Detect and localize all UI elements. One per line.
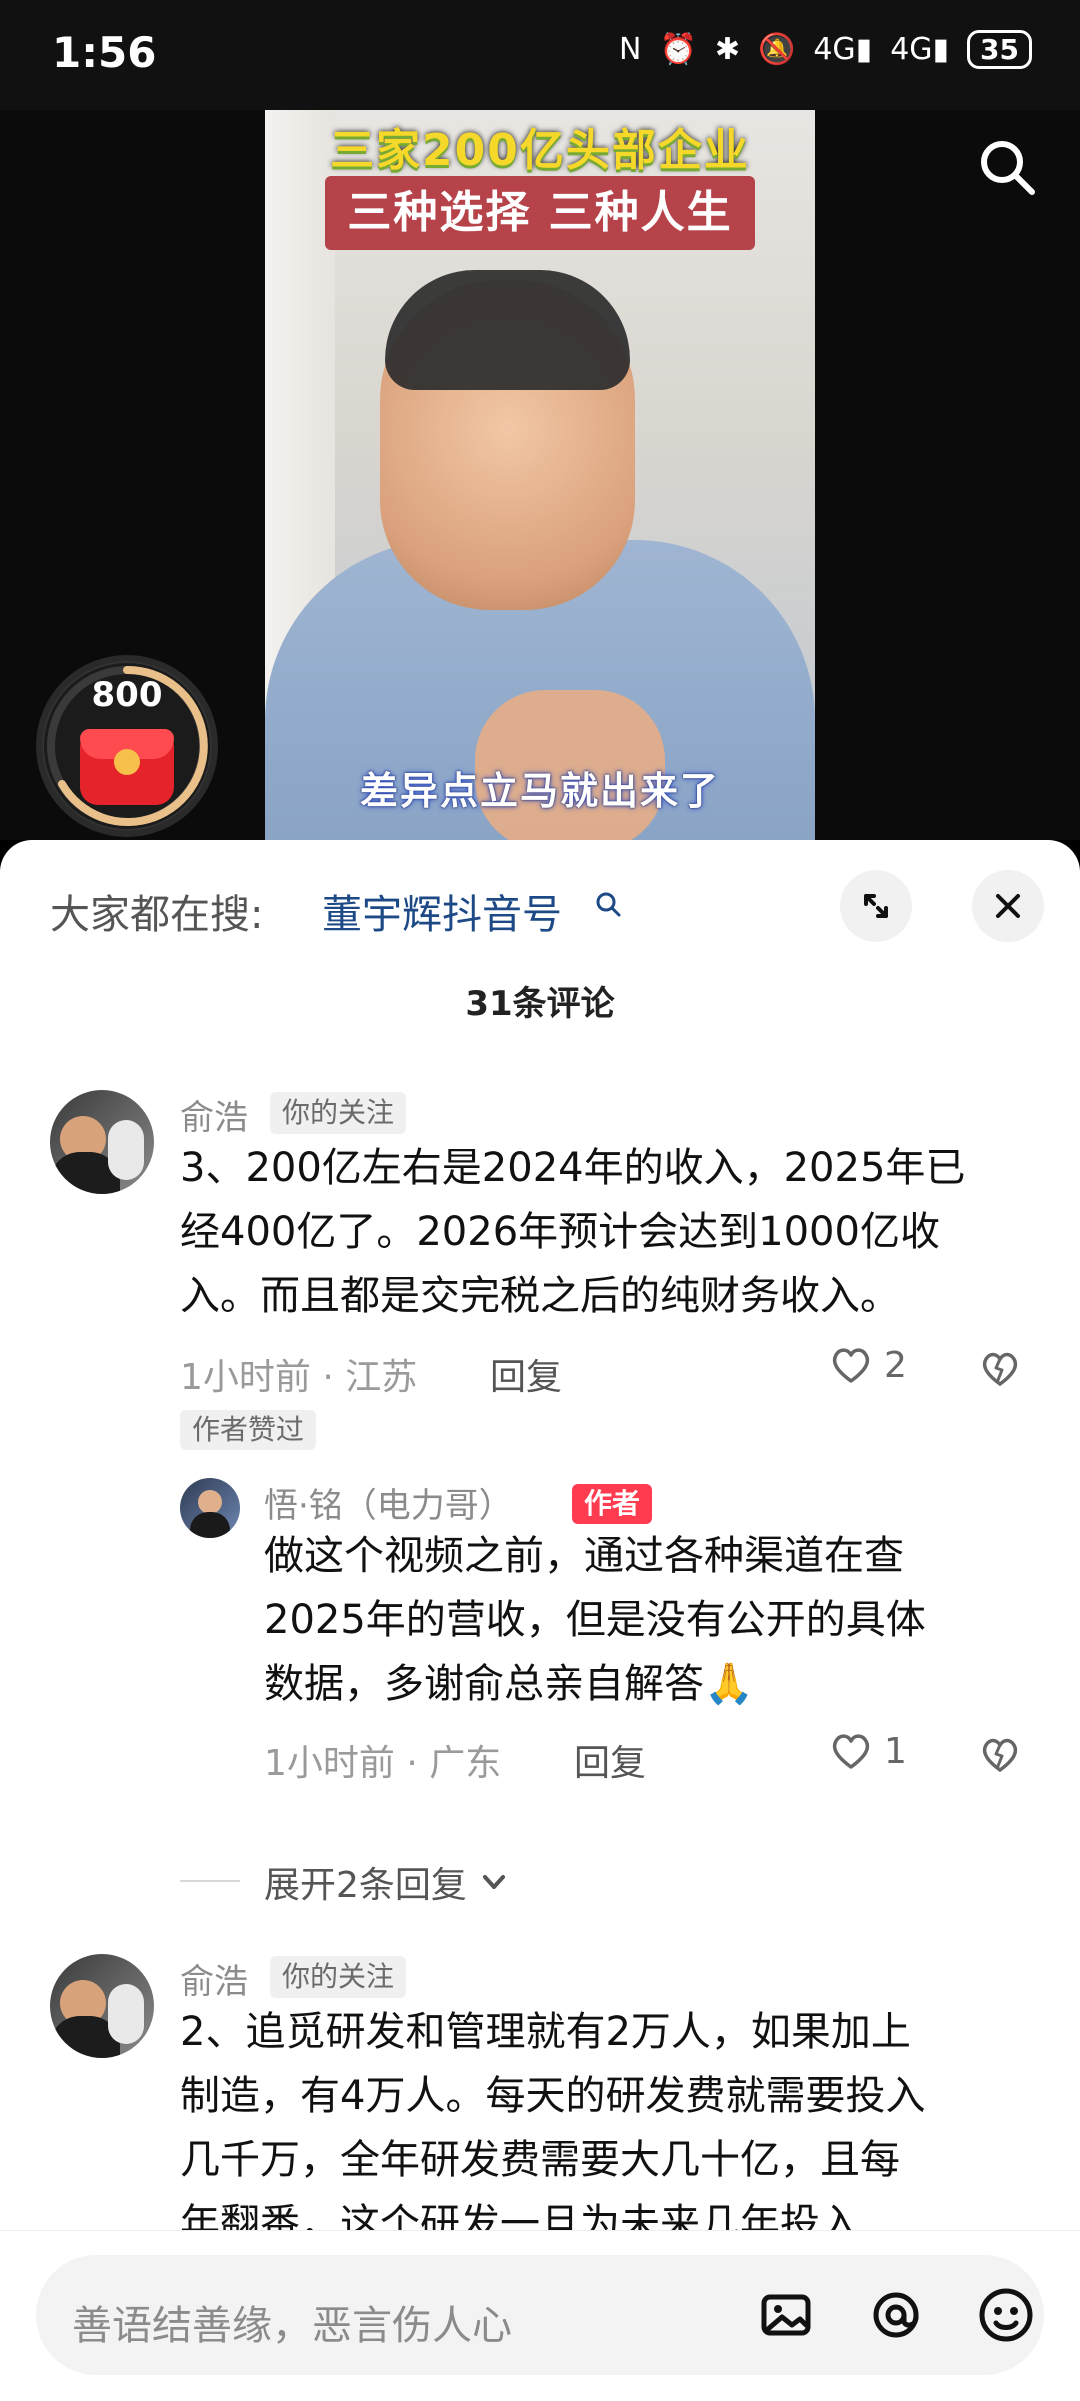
comment-username[interactable]: 悟·铭（电力哥） [264, 1478, 513, 1527]
expand-replies-button[interactable]: 展开2条回复 [264, 1856, 511, 1908]
video-title-line1: 三家200亿头部企业 [330, 125, 750, 176]
red-packet-icon [80, 729, 174, 805]
comment-text-line: 数据，多谢俞总亲自解答🙏 [264, 1661, 754, 1707]
speaker-hair [385, 270, 630, 390]
heart-icon [832, 1734, 870, 1769]
video-frame[interactable]: 三家200亿头部企业 三种选择 三种人生 差异点立马就出来了 [265, 110, 815, 840]
video-area[interactable]: 三家200亿头部企业 三种选择 三种人生 差异点立马就出来了 800 [0, 110, 1080, 840]
comment-input-bar: 善语结善缘，恶言伤人心 [0, 2230, 1080, 2401]
comments-header: 大家都在搜: 董宇辉抖音号 31条评论 [0, 840, 1080, 1060]
meta-separator: · [406, 1743, 418, 1784]
search-suggestion-link[interactable]: 董宇辉抖音号 [322, 882, 562, 940]
signal-4g-icon: 4G▮ [890, 32, 950, 67]
like-button[interactable]: 2 [828, 1342, 907, 1388]
comment-time: 1小时前 [264, 1743, 395, 1784]
mention-icon[interactable] [858, 2277, 934, 2353]
comment-input-placeholder: 善语结善缘，恶言伤人心 [72, 2303, 512, 2349]
comment-text-line: 做这个视频之前，通过各种渠道在查 [264, 1533, 904, 1579]
close-button[interactable] [972, 870, 1044, 942]
expand-icon [864, 894, 888, 918]
dislike-icon[interactable] [978, 1346, 1022, 1390]
like-count: 1 [884, 1730, 907, 1772]
emoji-icon[interactable] [968, 2277, 1044, 2353]
comment-text[interactable]: 3、200亿左右是2024年的收入，2025年已 经400亿了。2026年预计会… [180, 1136, 1040, 1328]
image-icon[interactable] [748, 2277, 824, 2353]
status-icons: N ⏰ ✱ 🔕 4G▮ 4G▮ 35 [619, 30, 1032, 69]
follow-tag: 你的关注 [270, 1956, 407, 1998]
expand-replies-label: 展开2条回复 [264, 1865, 467, 1906]
comment-text-line: 3、200亿左右是2024年的收入，2025年已 [180, 1145, 966, 1191]
search-suggestion-prefix: 大家都在搜: [50, 892, 264, 938]
author-tag: 作者 [572, 1484, 653, 1524]
avatar[interactable] [50, 1090, 154, 1194]
comment-text-line: 入。而且都是交完税之后的纯财务收入。 [180, 1273, 900, 1319]
avatar[interactable] [180, 1478, 240, 1538]
comment-meta: 1小时前 · 广东 [264, 1734, 501, 1786]
comment-text-line: 2025年的营收，但是没有公开的具体 [264, 1597, 926, 1643]
author-liked-badge: 作者赞过 [180, 1410, 317, 1450]
battery-indicator: 35 [967, 30, 1032, 69]
like-button[interactable]: 1 [828, 1728, 907, 1774]
reply-button[interactable]: 回复 [574, 1734, 646, 1786]
comment-text[interactable]: 2、追觅研发和管理就有2万人，如果加上 制造，有4万人。每天的研发费就需要投入 … [180, 2000, 1040, 2256]
dislike-icon[interactable] [978, 1732, 1022, 1776]
coin-reward-badge[interactable]: 800 [36, 655, 218, 837]
replies-divider [180, 1880, 240, 1882]
comment-count: 31条评论 [465, 984, 615, 1024]
nfc-icon: N [619, 32, 642, 67]
signal-4g-icon: 4G▮ [813, 32, 873, 67]
heart-icon [832, 1348, 870, 1383]
bluetooth-icon: ✱ [714, 32, 740, 67]
close-icon [996, 894, 1020, 918]
comment-username[interactable]: 俞浩 [180, 1954, 248, 2003]
comment-text-line: 几千万，全年研发费需要大几十亿，且每 [180, 2137, 900, 2183]
status-time: 1:56 [52, 28, 157, 77]
mute-icon: 🔕 [757, 32, 796, 67]
comment-location: 广东 [429, 1743, 502, 1784]
comment-username[interactable]: 俞浩 [180, 1090, 248, 1139]
comment-text-line: 制造，有4万人。每天的研发费就需要投入 [180, 2073, 926, 2119]
expand-button[interactable] [840, 870, 912, 942]
video-title-line2: 三种选择 三种人生 [325, 176, 755, 250]
comment-text[interactable]: 做这个视频之前，通过各种渠道在查 2025年的营收，但是没有公开的具体 数据，多… [264, 1524, 1044, 1716]
meta-separator: · [322, 1357, 334, 1398]
comment-meta: 1小时前 · 江苏 [180, 1348, 417, 1400]
chevron-down-icon [482, 1875, 505, 1889]
reply-button[interactable]: 回复 [490, 1348, 562, 1400]
video-subtitle: 差异点立马就出来了 [359, 769, 720, 813]
comment-time: 1小时前 [180, 1357, 311, 1398]
like-count: 2 [884, 1344, 907, 1386]
status-bar: 1:56 N ⏰ ✱ 🔕 4G▮ 4G▮ 35 [0, 0, 1080, 110]
avatar[interactable] [50, 1954, 154, 2058]
comment-location: 江苏 [345, 1357, 418, 1398]
comment-text-line: 经400亿了。2026年预计会达到1000亿收 [180, 1209, 940, 1255]
comment-text-line: 2、追觅研发和管理就有2万人，如果加上 [180, 2009, 911, 2055]
alarm-icon: ⏰ [659, 32, 697, 67]
comment-input[interactable]: 善语结善缘，恶言伤人心 [36, 2255, 1044, 2375]
comments-sheet: 大家都在搜: 董宇辉抖音号 31条评论 俞浩 你的关注 3、200亿左右是202… [0, 840, 1080, 2400]
coin-count: 800 [91, 675, 163, 715]
search-icon[interactable] [972, 132, 1042, 202]
follow-tag: 你的关注 [270, 1092, 407, 1134]
search-icon [596, 892, 621, 917]
